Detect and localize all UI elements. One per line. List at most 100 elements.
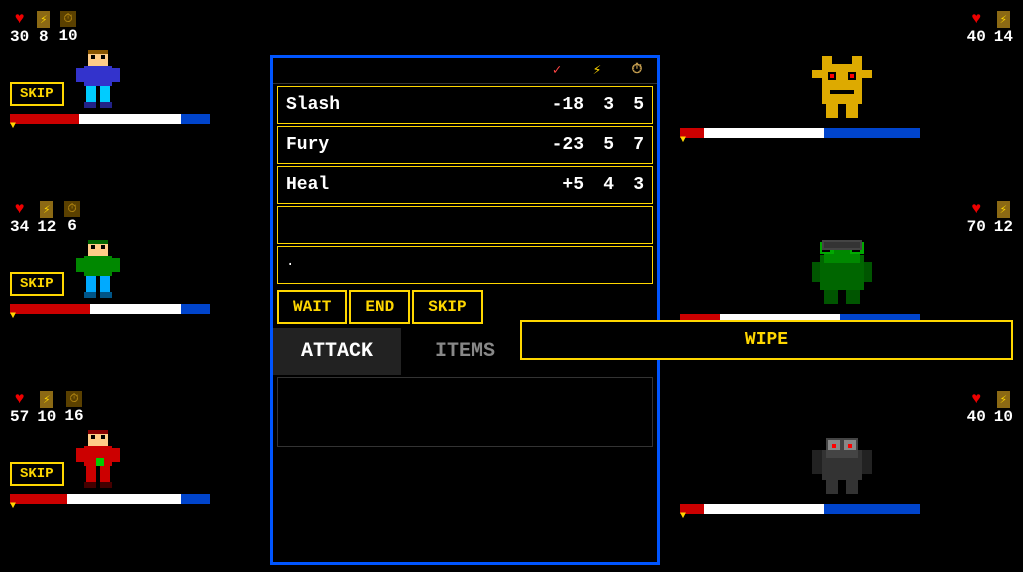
cursor-text: · (286, 257, 294, 273)
char-sprite-2 (74, 240, 122, 300)
enemy-sprite-3 (812, 430, 872, 500)
character-slot-1: ♥ 30 ⚡ 8 ⏱ 10 SKIP (0, 0, 270, 190)
clock-col-header: ⏱ (625, 62, 649, 79)
wipe-button[interactable]: WIPE (520, 320, 1013, 360)
hp-value-1: 30 (10, 28, 29, 46)
sp-value-2: 12 (37, 218, 56, 236)
enemy-health-bar-3: ▼ (680, 504, 1013, 516)
enemy-bar-arrow-1: ▼ (680, 135, 686, 146)
enemy-sprite-1 (812, 54, 872, 124)
action-row-fury[interactable]: Fury -23 5 7 (277, 126, 653, 164)
action-time-heal: 3 (614, 175, 644, 195)
time-stat-3: ⏱ 16 (64, 391, 83, 425)
hp-stat-2: ♥ 34 (10, 200, 29, 236)
skip-button-2[interactable]: SKIP (10, 272, 64, 296)
action-val-slash: -18 (534, 95, 584, 115)
enemy-sprite-2 (812, 240, 872, 310)
enemy-slot-3: ♥ 40 ⚡ 10 (660, 380, 1023, 570)
sp-stat-3: ⚡ 10 (37, 391, 56, 426)
time-value-2: 6 (67, 217, 77, 235)
enemy-health-bar-1: ▼ (680, 128, 1013, 140)
char-row-1: SKIP (10, 50, 260, 110)
stats-row-1: ♥ 30 ⚡ 8 ⏱ 10 (10, 10, 260, 46)
action-name-slash: Slash (286, 95, 534, 115)
wait-button[interactable]: WAIT (277, 290, 347, 324)
lightning-icon-3: ⚡ (40, 391, 53, 408)
time-value-3: 16 (64, 407, 83, 425)
enemy-heart-icon-2: ♥ (971, 200, 981, 218)
bar-arrow-3: ▼ (10, 501, 16, 512)
right-panel: ♥ 40 ⚡ 14 (660, 0, 1023, 572)
enemy-lightning-icon-1: ⚡ (997, 11, 1010, 28)
enemy-lightning-icon-2: ⚡ (997, 201, 1010, 218)
time-value-1: 10 (58, 27, 77, 45)
heart-icon-2: ♥ (15, 200, 25, 218)
hp-stat-3: ♥ 57 (10, 390, 29, 426)
enemy-sp-stat-2: ⚡ 12 (994, 201, 1013, 236)
action-time-fury: 7 (614, 135, 644, 155)
empty-row-4 (277, 206, 653, 244)
hp-stat-1: ♥ 30 (10, 10, 29, 46)
enemy-heart-icon-3: ♥ (971, 390, 981, 408)
enemy-sp-stat-3: ⚡ 10 (994, 391, 1013, 426)
stats-row-2: ♥ 34 ⚡ 12 ⏱ 6 (10, 200, 260, 236)
left-panel: ♥ 30 ⚡ 8 ⏱ 10 SKIP (0, 0, 270, 572)
tab-items[interactable]: ITEMS (401, 328, 529, 375)
text-row-5: · (277, 246, 653, 284)
action-val-fury: -23 (534, 135, 584, 155)
bar-arrow-2: ▼ (10, 311, 16, 322)
enemy-slot-1: ♥ 40 ⚡ 14 (660, 0, 1023, 190)
char-sprite-3 (74, 430, 122, 490)
enemy-hp-stat-3: ♥ 40 (967, 390, 986, 426)
action-time-slash: 5 (614, 95, 644, 115)
heart-icon-1: ♥ (15, 10, 25, 28)
enemy-hp-stat-2: ♥ 70 (967, 200, 986, 236)
action-sp-fury: 5 (584, 135, 614, 155)
clock-icon-1: ⏱ (60, 11, 75, 27)
enemy-stats-row-3: ♥ 40 ⚡ 10 (670, 390, 1013, 426)
enemy-stats-row-2: ♥ 70 ⚡ 12 (670, 200, 1013, 236)
skip-button-1[interactable]: SKIP (10, 82, 64, 106)
health-bar-1: ▼ (10, 114, 260, 126)
action-sp-slash: 3 (584, 95, 614, 115)
enemy-sp-value-1: 14 (994, 28, 1013, 46)
description-area (277, 377, 653, 447)
enemy-hp-value-3: 40 (967, 408, 986, 426)
hp-value-3: 57 (10, 408, 29, 426)
time-stat-2: ⏱ 6 (64, 201, 79, 235)
heart-icon-3: ♥ (15, 390, 25, 408)
skip-button-3[interactable]: SKIP (10, 462, 64, 486)
column-headers: ✓ ⚡ ⏱ (273, 58, 657, 84)
sp-stat-1: ⚡ 8 (37, 11, 50, 46)
action-name-heal: Heal (286, 175, 534, 195)
enemy-heart-icon-1: ♥ (971, 10, 981, 28)
enemy-bar-arrow-3: ▼ (680, 511, 686, 522)
action-sp-heal: 4 (584, 175, 614, 195)
character-slot-2: ♥ 34 ⚡ 12 ⏱ 6 SKIP (0, 190, 270, 380)
enemy-sp-value-2: 12 (994, 218, 1013, 236)
enemy-lightning-icon-3: ⚡ (997, 391, 1010, 408)
skip-action-button[interactable]: SKIP (412, 290, 482, 324)
char-row-2: SKIP (10, 240, 260, 300)
center-panel: ✓ ⚡ ⏱ Slash -18 3 5 Fury -23 5 7 Heal +5… (270, 55, 660, 565)
end-button[interactable]: END (349, 290, 410, 324)
time-stat-1: ⏱ 10 (58, 11, 77, 45)
bolt-col-header: ⚡ (585, 62, 609, 79)
enemy-hp-value-1: 40 (967, 28, 986, 46)
lightning-icon-2: ⚡ (40, 201, 53, 218)
action-name-fury: Fury (286, 135, 534, 155)
enemy-stats-row-1: ♥ 40 ⚡ 14 (670, 10, 1013, 46)
stats-row-3: ♥ 57 ⚡ 10 ⏱ 16 (10, 390, 260, 426)
char-sprite-1 (74, 50, 122, 110)
clock-icon-3: ⏱ (66, 391, 81, 407)
enemy-sp-stat-1: ⚡ 14 (994, 11, 1013, 46)
health-bar-2: ▼ (10, 304, 260, 316)
tab-attack[interactable]: ATTACK (273, 328, 401, 375)
action-row-heal[interactable]: Heal +5 4 3 (277, 166, 653, 204)
action-val-heal: +5 (534, 175, 584, 195)
check-col-header: ✓ (545, 62, 569, 79)
char-row-3: SKIP (10, 430, 260, 490)
action-row-slash[interactable]: Slash -18 3 5 (277, 86, 653, 124)
hp-value-2: 34 (10, 218, 29, 236)
enemy-sp-value-3: 10 (994, 408, 1013, 426)
